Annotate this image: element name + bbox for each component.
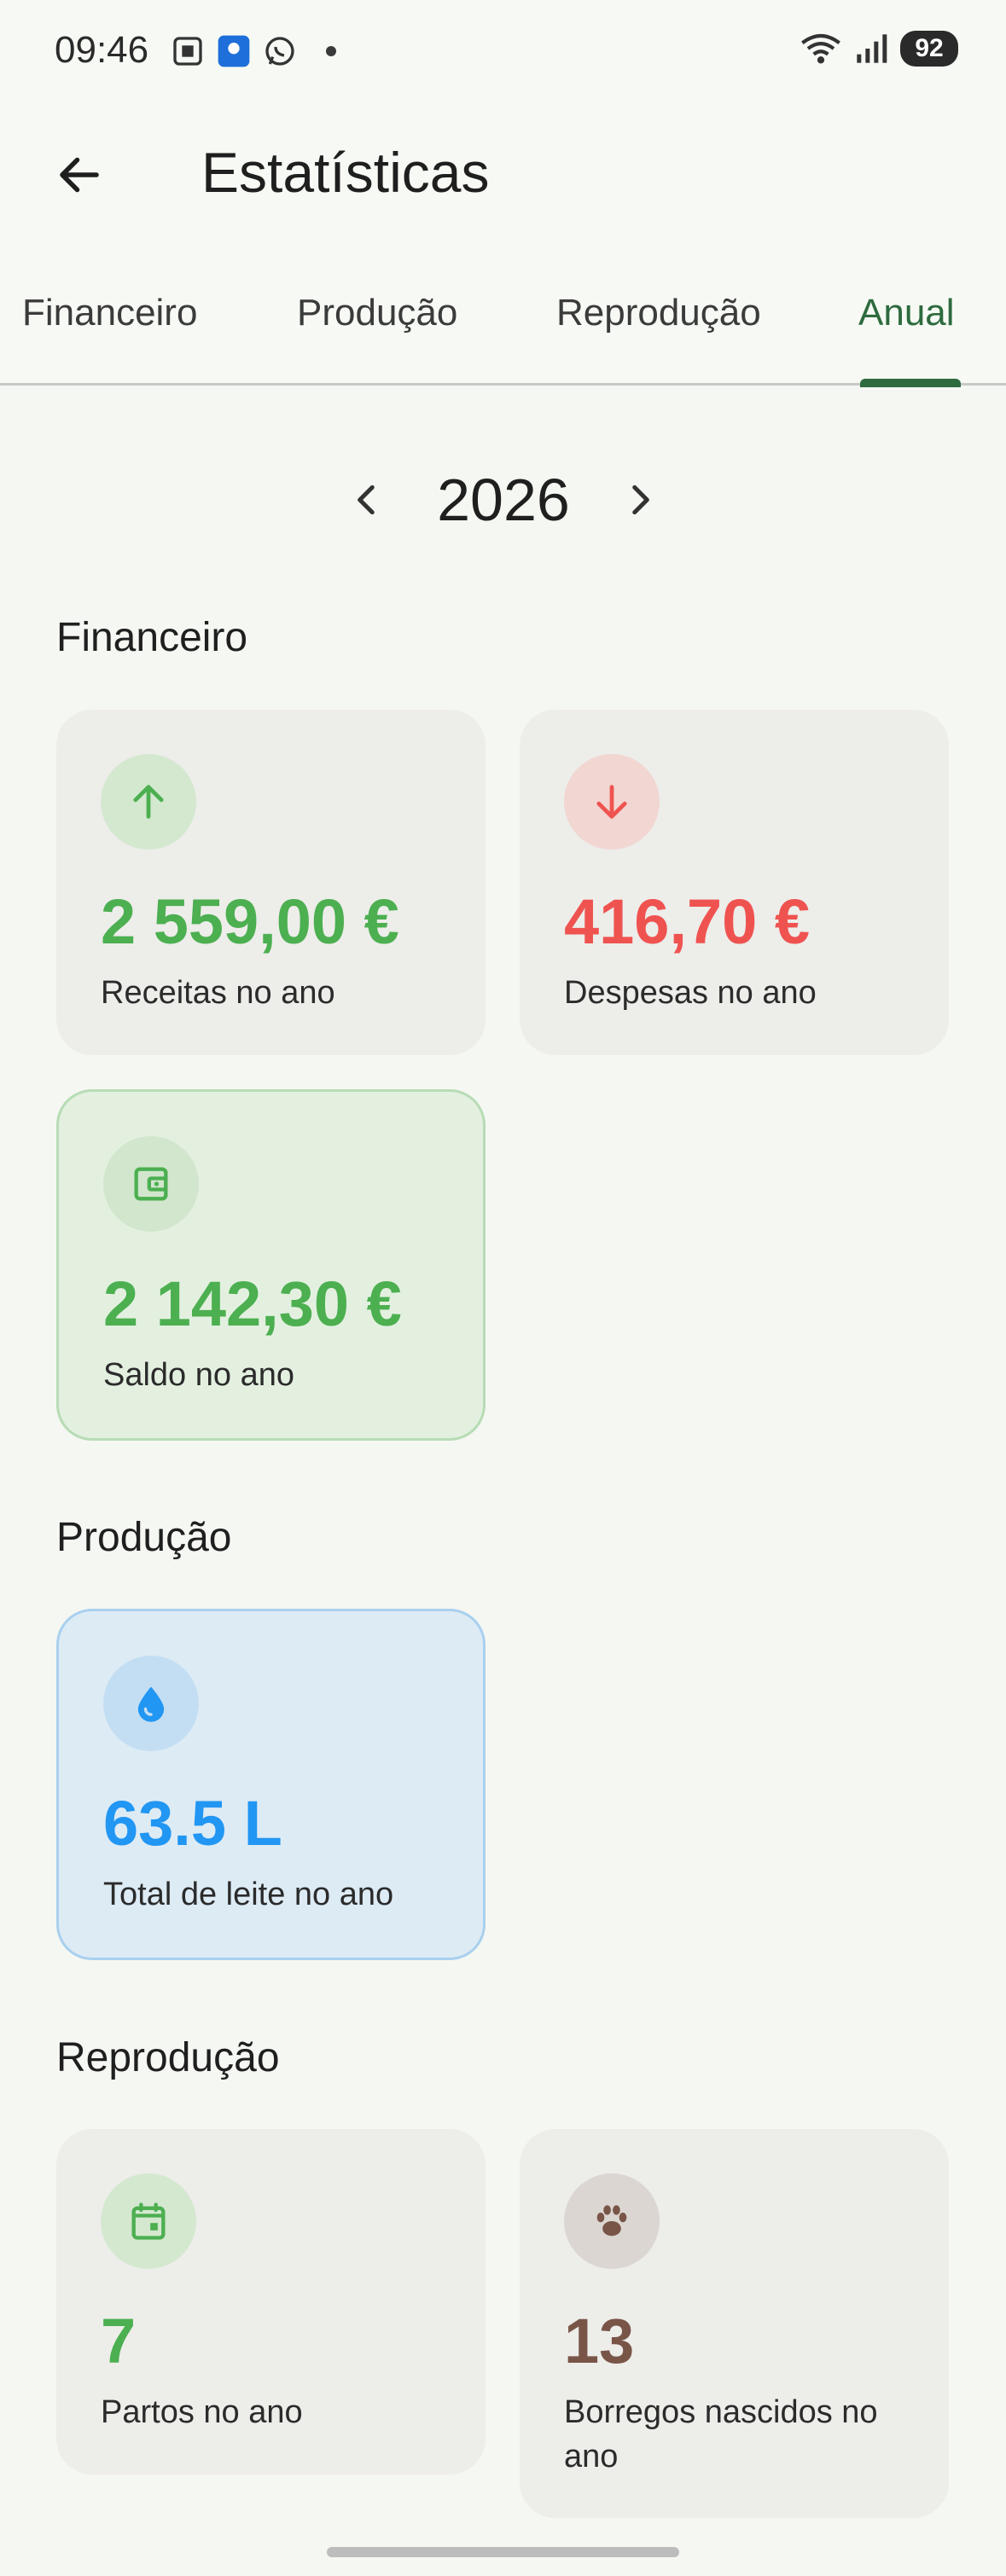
lambs-label: Borregos nascidos no ano (564, 2394, 878, 2474)
income-card: 2 559,00 € Receitas no ano (56, 710, 486, 1055)
more-notifications-dot (326, 46, 336, 56)
births-card: 7 Partos no ano (56, 2129, 486, 2474)
chevron-left-icon (358, 484, 375, 515)
expenses-label: Despesas no ano (564, 975, 817, 1011)
births-value: 7 (101, 2306, 137, 2376)
status-bar: 09:46 92 (0, 0, 1006, 102)
section-title-financeiro: Financeiro (56, 615, 248, 660)
page-title: Estatísticas (201, 141, 490, 204)
whatsapp-icon (265, 37, 294, 66)
card-icon-bg (103, 1656, 199, 1751)
section-title-reproducao: Reprodução (56, 2035, 280, 2080)
back-button[interactable] (41, 136, 118, 213)
section-title-producao: Produção (56, 1515, 232, 1560)
tab-financeiro[interactable]: Financeiro (22, 292, 197, 334)
births-label: Partos no ano (101, 2394, 303, 2430)
balance-label: Saldo no ano (103, 1357, 294, 1393)
card-icon-bg (564, 2173, 660, 2269)
lambs-value: 13 (564, 2306, 635, 2376)
next-year-button[interactable] (614, 474, 666, 525)
milk-card: 63.5 L Total de leite no ano (56, 1609, 486, 1960)
tab-producao[interactable]: Produção (297, 292, 457, 334)
milk-label: Total de leite no ano (103, 1877, 394, 1912)
tab-anual[interactable]: Anual (858, 292, 955, 334)
active-tab-indicator (860, 379, 961, 387)
year-selector: 2026 (0, 461, 1006, 546)
screenshot-icon (173, 37, 202, 66)
tab-reproducao[interactable]: Reprodução (556, 292, 761, 334)
app-bar: Estatísticas (0, 102, 1006, 247)
card-icon-bg (564, 754, 660, 850)
balance-value: 2 142,30 € (103, 1268, 402, 1339)
arrow-back-icon (60, 157, 99, 193)
lambs-card: 13 Borregos nascidos no ano (520, 2129, 949, 2518)
tab-bar: Financeiro Produção Reprodução Anual (0, 247, 1006, 387)
status-time: 09:46 (55, 29, 149, 71)
income-label: Receitas no ano (101, 975, 335, 1011)
paw-icon (596, 2205, 627, 2237)
expenses-value: 416,70 € (564, 886, 811, 957)
year-label: 2026 (437, 467, 570, 533)
wallet-icon (134, 1167, 168, 1201)
card-icon-bg (103, 1136, 199, 1232)
app-badge-icon (218, 35, 250, 67)
milk-value: 63.5 L (103, 1788, 282, 1859)
arrow-up-icon (133, 785, 164, 819)
arrow-down-icon (596, 785, 627, 819)
chevron-right-icon (632, 484, 649, 515)
water-drop-icon (137, 1686, 165, 1722)
wifi-icon (801, 33, 840, 64)
previous-year-button[interactable] (341, 474, 393, 525)
income-value: 2 559,00 € (101, 886, 399, 957)
expenses-card: 416,70 € Despesas no ano (520, 710, 949, 1055)
notification-icons (171, 34, 336, 68)
card-icon-bg (101, 754, 196, 850)
system-icons: 92 (800, 31, 958, 67)
battery-indicator: 92 (900, 31, 958, 67)
balance-card: 2 142,30 € Saldo no ano (56, 1089, 486, 1441)
card-icon-bg (101, 2173, 196, 2269)
home-indicator[interactable] (327, 2547, 679, 2557)
signal-icon (857, 34, 887, 63)
calendar-icon (131, 2202, 166, 2240)
